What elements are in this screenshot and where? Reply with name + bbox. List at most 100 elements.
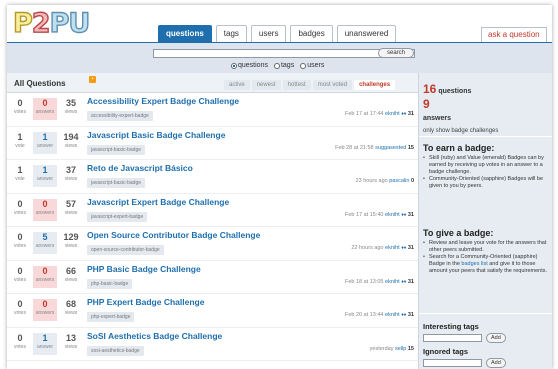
question-tag[interactable]: sosi-aesthetics-badge bbox=[87, 345, 144, 356]
reputation: 31 bbox=[407, 312, 414, 318]
interesting-tags-input[interactable] bbox=[423, 334, 482, 342]
badges-list-link[interactable]: badges list bbox=[461, 261, 487, 267]
question-meta: 22 hours ago ekniht ♦♦ 31 bbox=[351, 245, 414, 251]
radio-users[interactable]: users bbox=[300, 62, 324, 69]
sort-most-voted[interactable]: most voted bbox=[312, 80, 353, 90]
views-count: 194 views bbox=[63, 131, 79, 149]
user-link[interactable]: ekniht bbox=[385, 212, 400, 218]
votes-count: 0 votes bbox=[14, 299, 26, 316]
reputation: 0 bbox=[410, 178, 414, 184]
tab-tags[interactable]: tags bbox=[215, 25, 247, 42]
question-meta: 23 hours ago pascalin 0 bbox=[355, 178, 414, 184]
reputation: 15 bbox=[407, 345, 414, 352]
user-link[interactable]: pascalin bbox=[389, 178, 409, 184]
tab-unanswered[interactable]: unanswered bbox=[336, 25, 397, 42]
reputation: 31 bbox=[407, 211, 414, 218]
tags-section: Interesting tags Add Ignored tags Add bbox=[423, 322, 550, 369]
add-ignored-tag-button[interactable]: Add bbox=[486, 358, 506, 368]
question-tag[interactable]: javascript-expert-badge bbox=[87, 211, 148, 222]
answers-count: 0 answers bbox=[33, 299, 57, 321]
diamond-icon: ♦♦ bbox=[401, 111, 407, 117]
page: P2PU questions tags users badges unanswe… bbox=[7, 5, 552, 369]
radio-selected-icon bbox=[231, 62, 237, 69]
answers-count: 0 answers bbox=[33, 98, 57, 120]
question-meta: Feb 17 at 17:44 ekniht ♦♦ 31 bbox=[344, 111, 414, 117]
views-count: 37 views bbox=[64, 165, 78, 182]
votes-count: 0 votes bbox=[14, 198, 26, 216]
diamond-icon: ♦♦ bbox=[401, 211, 407, 218]
p2pu-logo[interactable]: P2PU bbox=[12, 8, 91, 39]
answers-count: 1 answer bbox=[33, 131, 57, 154]
question-title-link[interactable]: Javascript Expert Badge Challenge bbox=[87, 197, 229, 207]
user-link[interactable]: ekniht bbox=[385, 111, 400, 117]
question-tag[interactable]: javascript-basic-badge bbox=[87, 178, 146, 188]
radio-questions[interactable]: questions bbox=[231, 62, 268, 69]
votes-count: 0 votes bbox=[14, 232, 26, 249]
sort-newest[interactable]: newest bbox=[251, 80, 281, 90]
top-bar: P2PU questions tags users badges unanswe… bbox=[7, 5, 552, 42]
user-link[interactable]: sellp bbox=[395, 346, 406, 352]
answers-count: 0 answers bbox=[33, 198, 57, 221]
user-link[interactable]: ekniht bbox=[385, 279, 400, 285]
give-badge-section: To give a badge: Review and leave your v… bbox=[423, 228, 550, 275]
question-row: 1 vote 1 answer 194 views Javascript Basic Bad… bbox=[7, 127, 418, 160]
search-input[interactable] bbox=[153, 49, 415, 58]
reputation: 31 bbox=[407, 111, 414, 117]
earn-badge-section: To earn a badge: Skill (ruby) and Value … bbox=[423, 143, 550, 190]
tab-users[interactable]: users bbox=[250, 25, 287, 42]
question-tag[interactable]: php-basic-badge bbox=[87, 278, 133, 289]
question-tag[interactable]: accessibility-expert-badge bbox=[87, 111, 153, 121]
question-row: 0 votes 0 answers 66 views PHP Basic Badge Cha… bbox=[7, 261, 418, 294]
radio-tags[interactable]: tags bbox=[273, 62, 294, 69]
list-header: All Questions • active newest hottest mo… bbox=[7, 73, 418, 93]
answers-count: 5 answers bbox=[33, 232, 57, 254]
sort-hottest[interactable]: hottest bbox=[282, 80, 311, 90]
votes-count: 1 vote bbox=[15, 131, 25, 149]
question-meta: Feb 28 at 21:58 suggasested 15 bbox=[335, 144, 414, 151]
sort-challenges[interactable]: challenges bbox=[354, 80, 396, 90]
user-link[interactable]: ekniht bbox=[385, 245, 400, 251]
question-title-link[interactable]: Open Source Contributor Badge Challenge bbox=[87, 230, 260, 240]
main-tabs: questions tags users badges unanswered bbox=[158, 25, 400, 42]
questions-count: 16 bbox=[423, 82, 437, 96]
add-interesting-tag-button[interactable]: Add bbox=[486, 333, 506, 343]
question-tag[interactable]: javascript-basic-badge bbox=[87, 144, 146, 155]
question-meta: yesterday sellp 15 bbox=[369, 345, 414, 352]
question-tag[interactable]: php-expert-badge bbox=[87, 312, 135, 322]
question-title-link[interactable]: Reto de Javascript Básico bbox=[87, 163, 193, 173]
question-meta: Feb 20 at 13:44 ekniht ♦♦ 31 bbox=[344, 312, 414, 318]
tab-badges[interactable]: badges bbox=[290, 25, 333, 42]
sort-active[interactable]: active bbox=[224, 80, 250, 90]
question-title-link[interactable]: PHP Expert Badge Challenge bbox=[87, 297, 204, 307]
question-tag[interactable]: open-source-contributor-badge bbox=[87, 245, 164, 255]
tab-questions[interactable]: questions bbox=[158, 25, 212, 42]
sidebar: 16 questions 9 answers only show badge c… bbox=[418, 73, 552, 369]
user-link[interactable]: ekniht bbox=[385, 312, 400, 318]
votes-count: 0 votes bbox=[14, 98, 26, 115]
search-scope: questions tags users bbox=[231, 62, 324, 69]
divider bbox=[419, 136, 552, 137]
diamond-icon: ♦♦ bbox=[401, 245, 407, 251]
question-title-link[interactable]: Accessibility Expert Badge Challenge bbox=[87, 96, 239, 106]
views-count: 129 views bbox=[63, 232, 79, 249]
views-count: 57 views bbox=[64, 198, 78, 216]
question-title-link[interactable]: Javascript Basic Badge Challenge bbox=[87, 130, 225, 140]
question-row: 0 votes 1 answer 13 views SoSI Aesthetics Badg… bbox=[7, 328, 418, 361]
question-title-link[interactable]: SoSI Aesthetics Badge Challenge bbox=[87, 331, 222, 341]
views-count: 68 views bbox=[64, 299, 78, 316]
views-count: 13 views bbox=[64, 332, 78, 350]
reputation: 31 bbox=[407, 278, 414, 285]
ask-question-button[interactable]: ask a question bbox=[481, 27, 547, 42]
user-link[interactable]: suggasested bbox=[375, 145, 406, 151]
rss-icon[interactable]: • bbox=[89, 76, 96, 83]
list-title: All Questions bbox=[14, 79, 66, 88]
question-title-link[interactable]: PHP Basic Badge Challenge bbox=[87, 264, 201, 274]
diamond-icon: ♦♦ bbox=[401, 312, 407, 318]
views-count: 66 views bbox=[64, 265, 78, 283]
question-row: 0 votes 5 answers 129 views Open Source Contri… bbox=[7, 227, 418, 261]
ignored-tags-input[interactable] bbox=[423, 359, 482, 367]
question-meta: Feb 18 at 13:05 ekniht ♦♦ 31 bbox=[344, 278, 414, 285]
question-row: 0 votes 0 answers 57 views Javascript Expert B… bbox=[7, 194, 418, 227]
search-button[interactable]: search bbox=[378, 48, 414, 58]
sort-tabs: active newest hottest most voted challen… bbox=[224, 80, 396, 90]
